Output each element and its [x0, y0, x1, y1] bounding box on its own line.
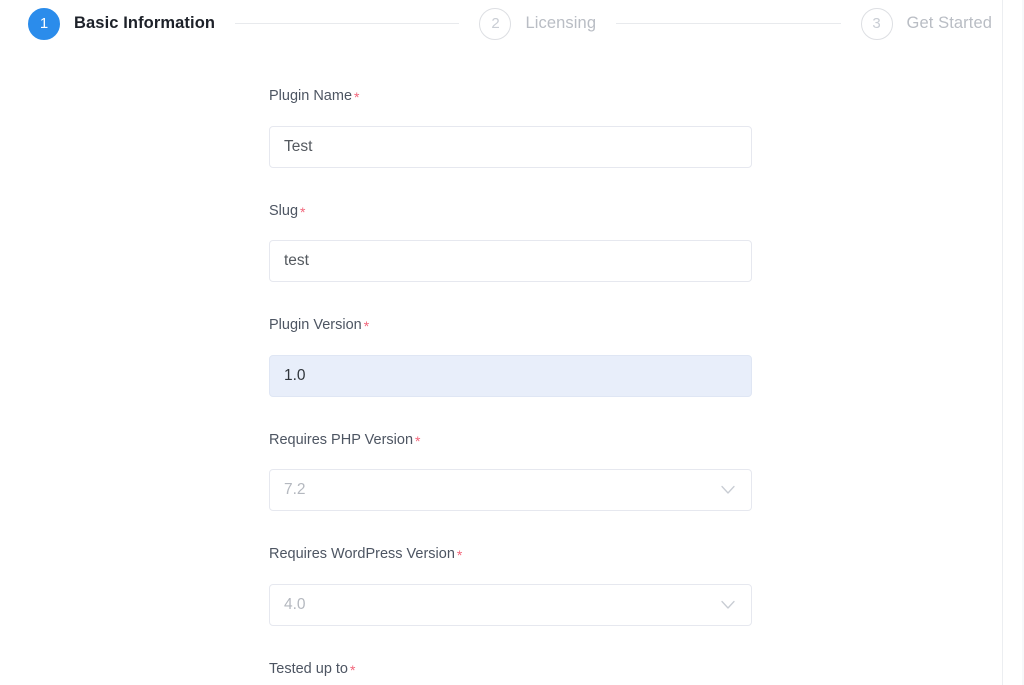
required-marker-requires-wordpress-version: * — [457, 548, 462, 562]
input-slug[interactable]: test — [269, 240, 752, 282]
label-plugin-version-text: Plugin Version — [269, 318, 362, 333]
input-plugin-name-value: Test — [284, 138, 312, 156]
step-get-started[interactable]: 3 Get Started — [861, 8, 992, 40]
field-tested-up-to: Tested up to * 5.5 — [269, 626, 752, 685]
step-licensing[interactable]: 2 Licensing — [479, 8, 596, 40]
required-marker-slug: * — [300, 205, 305, 219]
label-requires-wordpress-version: Requires WordPress Version * — [269, 547, 752, 562]
select-requires-php-version[interactable]: 7.2 — [269, 469, 752, 511]
required-marker-plugin-version: * — [364, 319, 369, 333]
plugin-wizard-page: 1 Basic Information 2 Licensing 3 Get St… — [0, 0, 1024, 685]
label-requires-php-version-text: Requires PHP Version — [269, 433, 413, 448]
chevron-down-icon — [721, 600, 735, 609]
step-1-label: Basic Information — [74, 14, 215, 33]
input-plugin-version-value: 1.0 — [284, 367, 306, 385]
step-3-label: Get Started — [907, 14, 992, 33]
step-3-number: 3 — [861, 8, 893, 40]
label-tested-up-to-text: Tested up to — [269, 662, 348, 677]
required-marker-requires-php-version: * — [415, 434, 420, 448]
chevron-down-icon — [721, 486, 735, 495]
right-edge-divider — [1002, 0, 1003, 685]
field-requires-php-version: Requires PHP Version * 7.2 — [269, 397, 752, 512]
select-requires-wordpress-version-value: 4.0 — [284, 596, 306, 614]
step-2-label: Licensing — [525, 14, 596, 33]
label-plugin-version: Plugin Version * — [269, 318, 752, 333]
step-connector-1 — [235, 23, 459, 24]
label-slug-text: Slug — [269, 204, 298, 219]
step-1-number: 1 — [28, 8, 60, 40]
required-marker-plugin-name: * — [354, 90, 359, 104]
input-plugin-version[interactable]: 1.0 — [269, 355, 752, 397]
label-plugin-name: Plugin Name * — [269, 89, 752, 104]
step-basic-information[interactable]: 1 Basic Information — [28, 8, 215, 40]
required-marker-tested-up-to: * — [350, 663, 355, 677]
step-2-number: 2 — [479, 8, 511, 40]
field-requires-wordpress-version: Requires WordPress Version * 4.0 — [269, 511, 752, 626]
label-slug: Slug * — [269, 204, 752, 219]
basic-information-form: Plugin Name * Test Slug * test Plugi — [269, 47, 752, 685]
label-tested-up-to: Tested up to * — [269, 662, 752, 677]
field-plugin-name: Plugin Name * Test — [269, 89, 752, 168]
label-plugin-name-text: Plugin Name — [269, 89, 352, 104]
field-plugin-version: Plugin Version * 1.0 — [269, 282, 752, 397]
input-slug-value: test — [284, 252, 309, 270]
label-requires-wordpress-version-text: Requires WordPress Version — [269, 547, 455, 562]
label-requires-php-version: Requires PHP Version * — [269, 433, 752, 448]
step-connector-2 — [616, 23, 840, 24]
select-requires-php-version-value: 7.2 — [284, 481, 306, 499]
select-requires-wordpress-version[interactable]: 4.0 — [269, 584, 752, 626]
input-plugin-name[interactable]: Test — [269, 126, 752, 168]
field-slug: Slug * test — [269, 168, 752, 283]
wizard-stepper: 1 Basic Information 2 Licensing 3 Get St… — [0, 0, 1002, 47]
